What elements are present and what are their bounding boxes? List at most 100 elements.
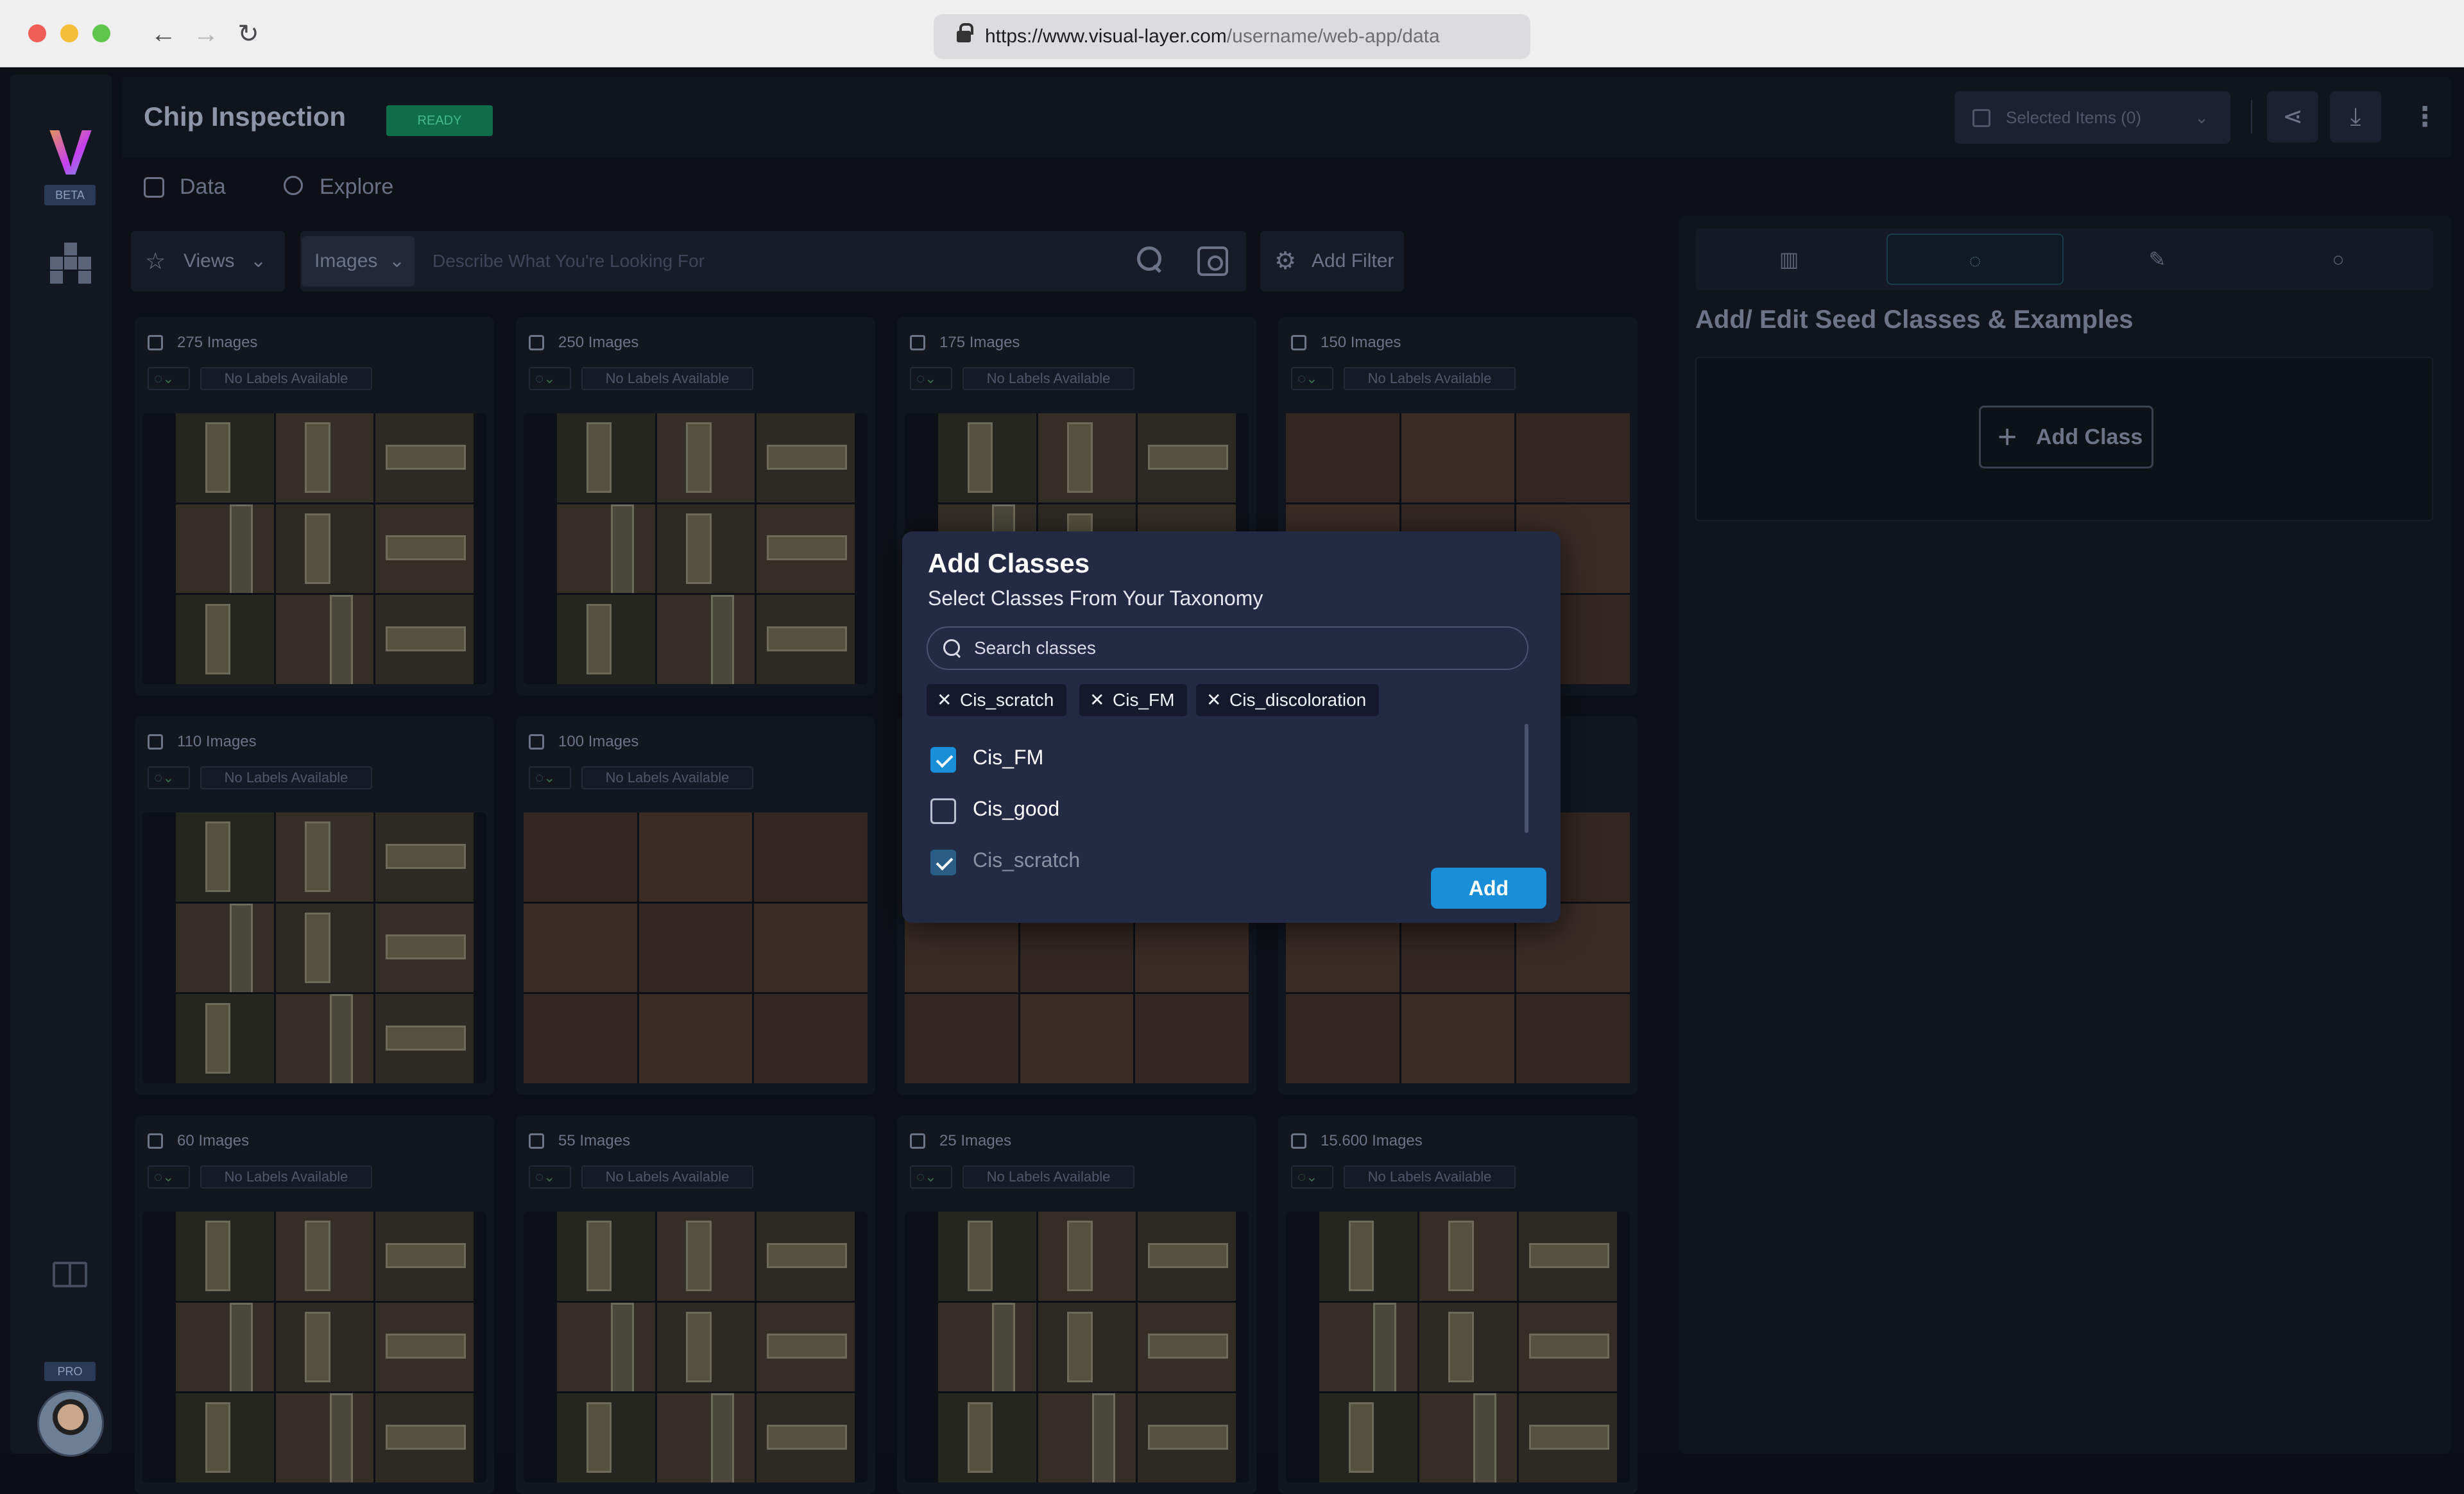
thumbnail[interactable] [1038, 413, 1136, 502]
class-search-input[interactable]: Search classes [927, 626, 1528, 670]
label-tag-dropdown[interactable]: ◌⌄ [910, 367, 952, 390]
cluster-card[interactable]: 100 Images ◌⌄ No Labels Available [516, 716, 875, 1095]
class-option[interactable]: Cis_good [927, 789, 1059, 828]
thumbnail[interactable] [1319, 1302, 1417, 1392]
thumbnail[interactable] [1319, 1393, 1417, 1482]
label-tag-dropdown[interactable]: ◌⌄ [910, 1165, 952, 1189]
thumbnail[interactable] [1286, 994, 1399, 1083]
selected-class-chip[interactable]: ✕ Cis_scratch [927, 684, 1067, 716]
thumbnail[interactable] [557, 1212, 655, 1301]
thumbnail[interactable] [176, 903, 274, 993]
add-class-button[interactable]: + Add Class [1979, 406, 2153, 468]
thumbnail[interactable] [757, 595, 855, 684]
thumbnail[interactable] [757, 413, 855, 502]
thumbnail[interactable] [656, 1212, 755, 1301]
thumbnail[interactable] [557, 1302, 655, 1392]
thumbnail[interactable] [656, 1302, 755, 1392]
remove-chip-icon[interactable]: ✕ [1090, 684, 1104, 716]
thumbnail[interactable] [938, 1212, 1036, 1301]
thumbnail[interactable] [1519, 1302, 1617, 1392]
tab-data[interactable]: Data [144, 158, 226, 216]
thumbnail[interactable] [1038, 1302, 1136, 1392]
thumbnail[interactable] [557, 413, 655, 502]
tab-explore[interactable]: Explore [284, 158, 393, 216]
thumbnail[interactable] [375, 413, 474, 502]
checkbox-checked[interactable] [930, 850, 956, 875]
thumbnail[interactable] [524, 994, 637, 1083]
tag-icon[interactable]: ◌ [1887, 234, 2064, 285]
checkbox-checked[interactable] [930, 747, 956, 773]
image-mosaic[interactable] [524, 812, 868, 1083]
thumbnail[interactable] [176, 595, 274, 684]
cluster-card[interactable]: 25 Images ◌⌄ No Labels Available [897, 1115, 1256, 1494]
thumbnail[interactable] [1138, 1212, 1236, 1301]
thumbnail[interactable] [757, 1393, 855, 1482]
label-tag-dropdown[interactable]: ◌⌄ [1291, 1165, 1333, 1189]
class-option[interactable]: Cis_FM [927, 738, 1043, 777]
label-tag-dropdown[interactable]: ◌⌄ [529, 766, 571, 789]
thumbnail[interactable] [757, 1212, 855, 1301]
thumbnail[interactable] [656, 1393, 755, 1482]
thumbnail[interactable] [1401, 413, 1515, 502]
thumbnail[interactable] [275, 994, 374, 1083]
thumbnail[interactable] [275, 504, 374, 594]
forward-arrow-icon[interactable]: → [190, 18, 222, 50]
thumbnail[interactable] [1319, 1212, 1417, 1301]
thumbnail[interactable] [1135, 994, 1249, 1083]
thumbnail[interactable] [275, 413, 374, 502]
magic-wand-icon[interactable]: ✎ [2069, 234, 2246, 285]
maximize-window-button[interactable] [92, 24, 110, 42]
thumbnail[interactable] [275, 595, 374, 684]
datasets-grid-icon[interactable] [50, 243, 91, 284]
selected-class-chip[interactable]: ✕ Cis_FM [1079, 684, 1188, 716]
label-tag-dropdown[interactable]: ◌⌄ [1291, 367, 1333, 390]
image-mosaic[interactable] [524, 1212, 868, 1482]
selected-class-chip[interactable]: ✕ Cis_discoloration [1196, 684, 1380, 716]
thumbnail[interactable] [1419, 1302, 1518, 1392]
thumbnail[interactable] [275, 1212, 374, 1301]
thumbnail[interactable] [1419, 1393, 1518, 1482]
thumbnail[interactable] [275, 1393, 374, 1482]
thumbnail[interactable] [1419, 1212, 1518, 1301]
options-scrollbar[interactable] [1525, 724, 1528, 833]
views-dropdown[interactable]: ☆ Views ⌄ [131, 231, 285, 291]
remove-chip-icon[interactable]: ✕ [937, 684, 952, 716]
thumbnail[interactable] [754, 812, 868, 902]
thumbnail[interactable] [557, 504, 655, 594]
thumbnail[interactable] [176, 812, 274, 902]
thumbnail[interactable] [938, 1393, 1036, 1482]
thumbnail[interactable] [1516, 413, 1630, 502]
search-input[interactable]: Describe What You're Looking For [432, 231, 705, 291]
visual-layer-logo[interactable]: V [38, 121, 103, 185]
label-tag-dropdown[interactable]: ◌⌄ [529, 367, 571, 390]
label-tag-dropdown[interactable]: ◌⌄ [148, 766, 190, 789]
docs-book-icon[interactable] [53, 1262, 87, 1287]
thumbnail[interactable] [938, 1302, 1036, 1392]
thumbnail[interactable] [757, 1302, 855, 1392]
thumbnail[interactable] [1038, 1212, 1136, 1301]
thumbnail[interactable] [375, 903, 474, 993]
cluster-card[interactable]: 60 Images ◌⌄ No Labels Available [135, 1115, 494, 1494]
image-mosaic[interactable] [1286, 1212, 1630, 1482]
stats-chart-icon[interactable]: ▥ [1700, 234, 1878, 285]
add-filter-button[interactable]: ⚙ Add Filter [1260, 231, 1404, 291]
minimize-window-button[interactable] [60, 24, 78, 42]
cluster-card[interactable]: 275 Images ◌⌄ No Labels Available [135, 317, 494, 696]
image-mosaic[interactable] [142, 812, 486, 1083]
checkbox-unchecked[interactable] [930, 798, 956, 824]
thumbnail[interactable] [275, 812, 374, 902]
add-button[interactable]: Add [1431, 868, 1546, 909]
cluster-card[interactable]: 110 Images ◌⌄ No Labels Available [135, 716, 494, 1095]
thumbnail[interactable] [656, 504, 755, 594]
reload-icon[interactable]: ↻ [232, 18, 264, 50]
thumbnail[interactable] [1138, 1393, 1236, 1482]
thumbnail[interactable] [176, 1302, 274, 1392]
label-tag-dropdown[interactable]: ◌⌄ [148, 1165, 190, 1189]
thumbnail[interactable] [375, 994, 474, 1083]
thumbnail[interactable] [754, 994, 868, 1083]
share-button[interactable]: ⋖ [2267, 91, 2318, 142]
thumbnail[interactable] [176, 413, 274, 502]
image-search-icon[interactable] [1197, 246, 1228, 276]
thumbnail[interactable] [524, 903, 637, 993]
thumbnail[interactable] [275, 1302, 374, 1392]
